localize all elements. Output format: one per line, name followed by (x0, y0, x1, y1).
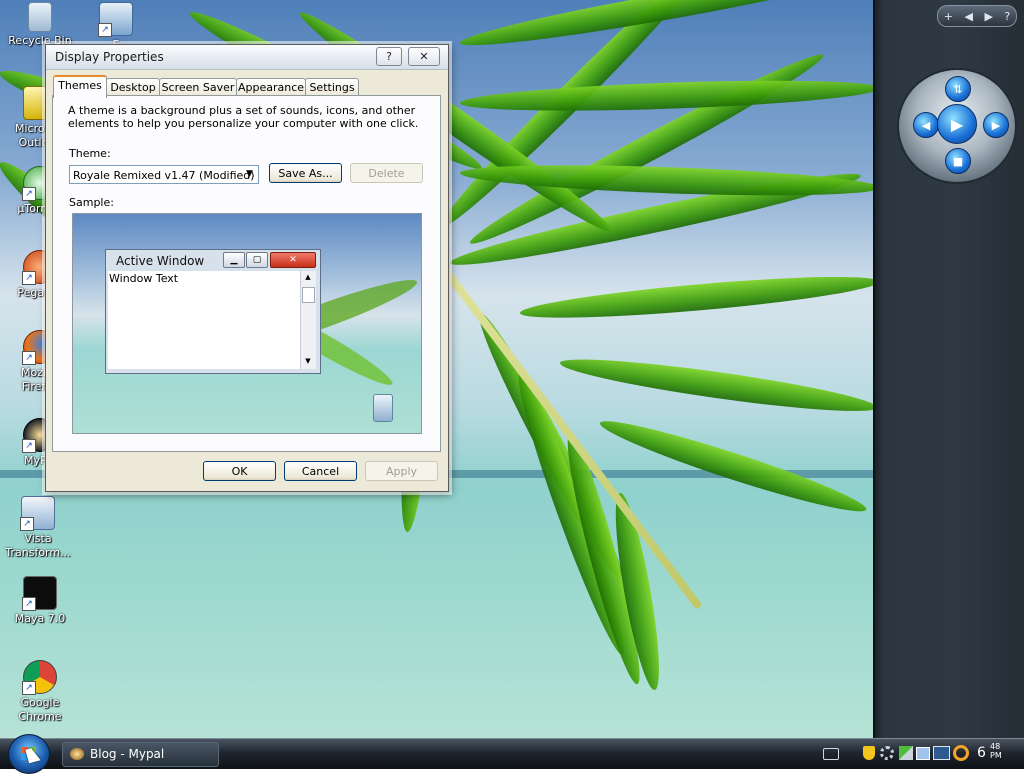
apply-button[interactable]: Apply (365, 461, 438, 481)
dialog-titlebar[interactable]: Display Properties ? ✕ (46, 45, 448, 70)
clock-minute: 48 (990, 742, 1001, 751)
theme-select-value: Royale Remixed v1.47 (Modified) (73, 169, 255, 182)
sample-close-icon: ✕ (270, 252, 316, 268)
save-as-button[interactable]: Save As... (269, 163, 342, 183)
security-shield-icon[interactable] (863, 746, 875, 760)
monitor-icon[interactable] (933, 746, 950, 760)
tab-settings[interactable]: Settings (305, 78, 359, 96)
scroll-thumb (302, 287, 315, 303)
previous-track-icon[interactable]: ◀ (913, 112, 939, 138)
ok-button[interactable]: OK (203, 461, 276, 481)
chrome-icon: ↗ (22, 660, 57, 695)
theme-label: Theme: (69, 147, 111, 160)
shortcut-icon: ↗ (98, 2, 133, 37)
settings-gear-icon[interactable] (880, 746, 894, 760)
close-icon: ✕ (419, 50, 429, 63)
play-icon[interactable]: ▶ (937, 104, 977, 144)
taskbar: Blog - Mypal 6 48 PM (0, 734, 1024, 774)
theme-sample-preview: Active Window ▁ ▢ ✕ Window Text ▲ ▼ (72, 213, 422, 434)
chevron-down-icon: ▼ (246, 169, 253, 179)
sample-window-client: Window Text ▲ ▼ (108, 271, 316, 369)
clock-hour: 6 (977, 745, 986, 761)
vista-transformation-icon: ↗ (20, 496, 55, 531)
tab-themes[interactable]: Themes (53, 75, 107, 98)
add-gadget-icon[interactable]: + (944, 10, 953, 23)
sidebar-gadget-nav: + ◀ ▶ ? (937, 5, 1017, 27)
search-icon[interactable] (953, 745, 969, 761)
clock[interactable]: 6 48 PM (977, 742, 1002, 761)
dialog-title: Display Properties (55, 50, 164, 64)
sample-scrollbar: ▲ ▼ (300, 271, 316, 369)
tab-appearance[interactable]: Appearance (236, 78, 306, 96)
close-button[interactable]: ✕ (408, 47, 440, 66)
sample-minimize-icon: ▁ (223, 252, 245, 268)
help-question-icon: ? (386, 50, 392, 63)
sample-window-text: Window Text (109, 272, 179, 285)
sample-maximize-icon: ▢ (246, 252, 268, 268)
stop-icon[interactable]: ■ (945, 148, 971, 174)
taskbar-item-mypal[interactable]: Blog - Mypal (62, 742, 219, 767)
mypal-small-icon (70, 748, 84, 760)
themes-panel: A theme is a background plus a set of so… (52, 95, 441, 452)
delete-button[interactable]: Delete (350, 163, 423, 183)
keyboard-icon[interactable] (823, 748, 839, 760)
sample-active-window: Active Window ▁ ▢ ✕ Window Text ▲ ▼ (105, 249, 321, 374)
scroll-down-icon: ▼ (305, 357, 311, 365)
theme-description: A theme is a background plus a set of so… (68, 104, 419, 130)
repeat-icon[interactable]: ⇅ (945, 76, 971, 102)
desktop-icon-maya[interactable]: ↗ Maya 7.0 (4, 576, 76, 626)
cancel-button[interactable]: Cancel (284, 461, 357, 481)
display-icon[interactable] (916, 747, 930, 760)
tab-screen-saver[interactable]: Screen Saver (159, 78, 237, 96)
next-icon[interactable]: ▶ (984, 10, 992, 23)
previous-icon[interactable]: ◀ (964, 10, 972, 23)
theme-select[interactable]: Royale Remixed v1.47 (Modified) ▼ (69, 165, 259, 184)
sample-recycle-bin-icon (373, 394, 393, 422)
next-track-icon[interactable]: ▶ (983, 112, 1009, 138)
desktop-icon-chrome[interactable]: ↗ Google Chrome (4, 660, 76, 724)
network-icon[interactable] (899, 746, 913, 760)
scroll-up-icon: ▲ (305, 273, 311, 281)
help-button[interactable]: ? (376, 47, 402, 66)
clock-ampm: PM (990, 751, 1002, 760)
desktop-icon-vista-transformation[interactable]: ↗ Vista Transform... (2, 496, 74, 560)
taskbar-item-label: Blog - Mypal (90, 747, 165, 761)
desktop-icon-recycle-bin[interactable]: Recycle Bin (4, 2, 76, 48)
tab-desktop[interactable]: Desktop (106, 78, 160, 96)
sample-window-title: Active Window (116, 254, 205, 268)
sample-label: Sample: (69, 196, 114, 209)
recycle-bin-icon (28, 2, 52, 32)
help-icon[interactable]: ? (1004, 10, 1010, 23)
media-player-gadget: ⇅ ◀ ▶ ▶ ■ (897, 68, 1017, 184)
maya-icon: ↗ (22, 576, 57, 611)
display-properties-dialog: Display Properties ? ✕ Themes Desktop Sc… (45, 44, 449, 492)
